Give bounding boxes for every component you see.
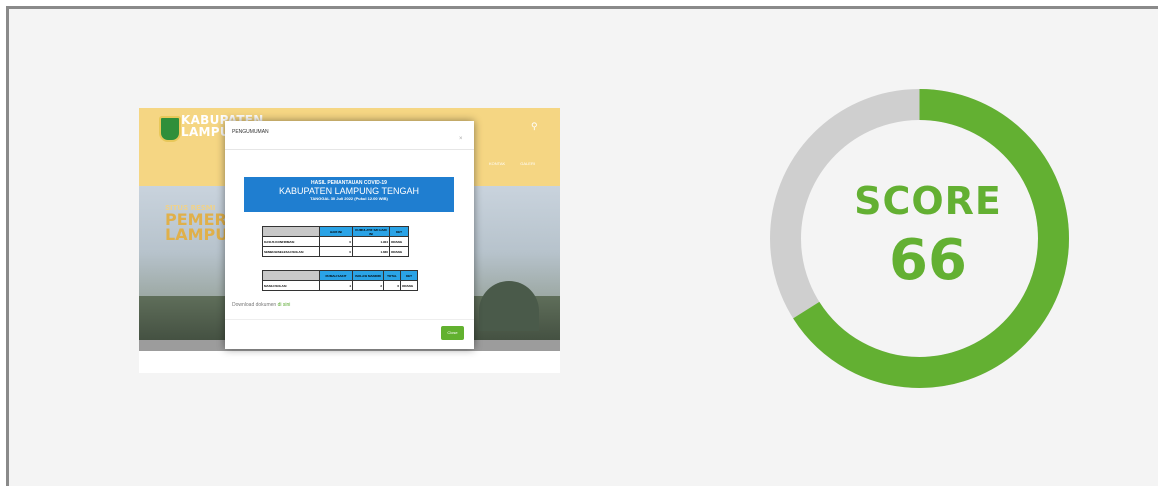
regency-logo-icon [159,116,181,142]
website-screenshot: KABUPATEN LAMPUNG ⚲ KONTAK GALERI SITUS … [139,108,560,373]
download-line: Download dokumen di sini [232,302,291,308]
modal-footer [225,319,474,320]
covid-table-cases: HARI INI KUMULATIF S/D HARI INI KET KASU… [262,226,409,257]
close-icon: × [459,136,463,142]
score-label: SCORE [854,179,1002,223]
nav-item-kontak: KONTAK [489,161,506,166]
nav-item-galeri: GALERI [520,161,535,166]
covid-table-isolation: RUMAH SAKIT ISOLASI MANDIRI TOTAL KET MA… [262,270,418,291]
modal-title: PENGUMUMAN [232,129,269,135]
close-button: Close [441,326,464,340]
hero-tree [479,281,539,331]
announcement-modal: PENGUMUMAN × HASIL PEMANTAUAN COVID-19 K… [225,121,474,349]
search-icon: ⚲ [531,121,538,131]
score-value: 66 [889,228,967,293]
download-link: di sini [277,302,291,308]
covid-notice-banner: HASIL PEMANTAUAN COVID-19 KABUPATEN LAMP… [244,177,454,212]
site-nav: KONTAK GALERI [475,161,535,166]
modal-header: PENGUMUMAN × [225,121,474,150]
